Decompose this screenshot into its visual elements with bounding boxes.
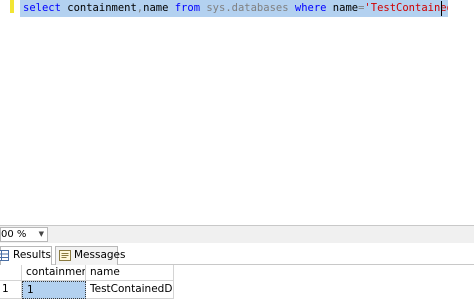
query-token: where bbox=[294, 2, 327, 14]
query-token: select bbox=[23, 2, 61, 14]
messages-icon bbox=[59, 250, 71, 261]
query-token: sys.databases bbox=[206, 2, 289, 14]
tab-messages[interactable]: Messages bbox=[55, 246, 126, 265]
editor-status-strip: 00 % ▼ bbox=[0, 225, 474, 243]
query-token: name bbox=[326, 2, 359, 14]
chevron-down-icon: ▼ bbox=[38, 230, 44, 238]
tab-results-label: Results bbox=[13, 249, 51, 261]
grid-icon bbox=[0, 250, 9, 261]
tab-results[interactable]: Results bbox=[0, 246, 52, 265]
changed-line-indicator bbox=[10, 0, 14, 13]
query-token: 'TestContainedDB' bbox=[364, 2, 448, 14]
zoom-dropdown[interactable]: 00 % ▼ bbox=[0, 227, 48, 242]
results-tab-strip: Results Messages bbox=[0, 243, 474, 265]
cell-containment[interactable]: 1 bbox=[22, 281, 86, 299]
editor-gutter bbox=[0, 0, 17, 225]
tab-messages-label: Messages bbox=[74, 249, 126, 261]
cell-name[interactable]: TestContainedDB bbox=[86, 281, 174, 299]
query-editor[interactable]: select containment,name from sys.databas… bbox=[0, 0, 474, 225]
query-token: name bbox=[143, 2, 175, 14]
query-token: from bbox=[174, 2, 201, 14]
column-header-containment[interactable]: containment bbox=[22, 265, 86, 281]
zoom-value: 00 % bbox=[1, 229, 27, 240]
text-cursor bbox=[441, 1, 442, 16]
row-header-corner[interactable] bbox=[0, 265, 22, 281]
row-number-label: 1 bbox=[2, 283, 9, 295]
column-header-name[interactable]: name bbox=[86, 265, 174, 281]
results-grid[interactable]: containment name 1 1 TestContainedDB bbox=[0, 265, 474, 303]
row-number[interactable]: 1 bbox=[0, 281, 22, 299]
query-line[interactable]: select containment,name from sys.databas… bbox=[20, 0, 448, 17]
query-token: containment bbox=[60, 2, 137, 14]
